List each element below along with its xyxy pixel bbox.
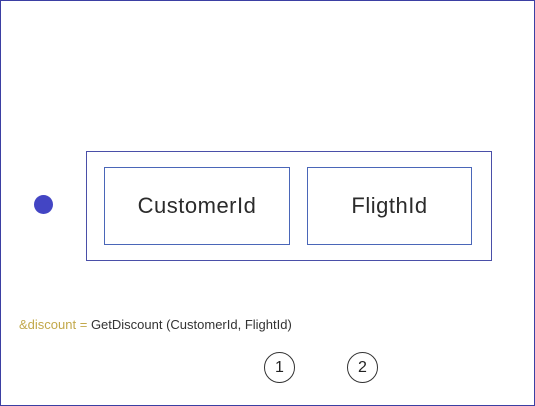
formula-equals: = bbox=[79, 317, 88, 332]
marker-circle-2: 2 bbox=[347, 352, 378, 383]
formula-variable: &discount bbox=[19, 317, 77, 332]
formula-line: &discount = GetDiscount (CustomerId, Fli… bbox=[19, 317, 292, 332]
bullet-dot bbox=[34, 195, 53, 214]
attribute-box-customer-id: CustomerId bbox=[104, 167, 290, 245]
attribute-box-flight-id: FligthId bbox=[307, 167, 472, 245]
marker-label: 2 bbox=[358, 358, 367, 376]
marker-circle-1: 1 bbox=[264, 352, 295, 383]
attribute-label: CustomerId bbox=[137, 193, 257, 218]
formula-expression: GetDiscount (CustomerId, FlightId) bbox=[90, 317, 292, 332]
marker-label: 1 bbox=[275, 358, 284, 376]
attribute-label: FligthId bbox=[351, 193, 428, 218]
